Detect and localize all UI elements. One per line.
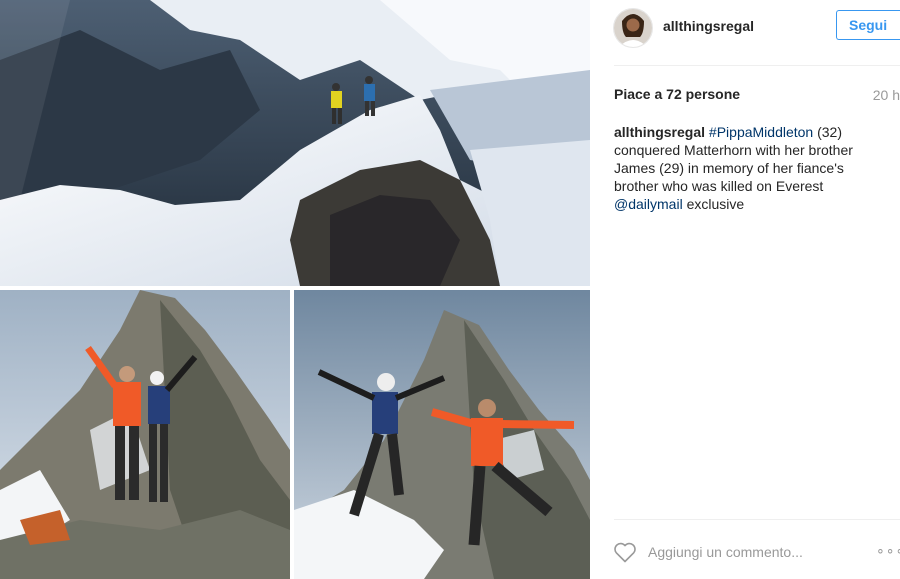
post-caption: allthingsregal #PippaMiddleton (32) conq… (614, 123, 884, 213)
caption-username[interactable]: allthingsregal (614, 124, 705, 140)
caption-text-end: exclusive (682, 196, 745, 212)
mention-link[interactable]: @dailymail (614, 196, 683, 212)
photo-summit-jump[interactable] (294, 290, 590, 579)
header-divider (614, 65, 900, 66)
follow-button[interactable]: Segui (836, 10, 900, 40)
heart-outline-icon[interactable] (613, 541, 637, 563)
post-media (0, 0, 590, 579)
post-timestamp[interactable]: 20 h (873, 87, 900, 103)
more-options-button[interactable]: ∘∘∘ (876, 542, 900, 559)
user-avatar[interactable] (613, 8, 653, 48)
post-header: allthingsregal Segui (590, 0, 900, 66)
post-sidebar: allthingsregal Segui Piace a 72 persone … (590, 0, 900, 579)
hashtag-link[interactable]: #PippaMiddleton (709, 124, 813, 140)
photo-summit-pose[interactable] (0, 290, 290, 579)
header-username[interactable]: allthingsregal (663, 18, 754, 34)
photo-matterhorn-ridge[interactable] (0, 0, 590, 286)
likes-count[interactable]: Piace a 72 persone (614, 86, 740, 102)
avatar-image (614, 9, 652, 47)
comment-input[interactable] (648, 540, 848, 564)
comment-bar: ∘∘∘ (590, 520, 900, 579)
